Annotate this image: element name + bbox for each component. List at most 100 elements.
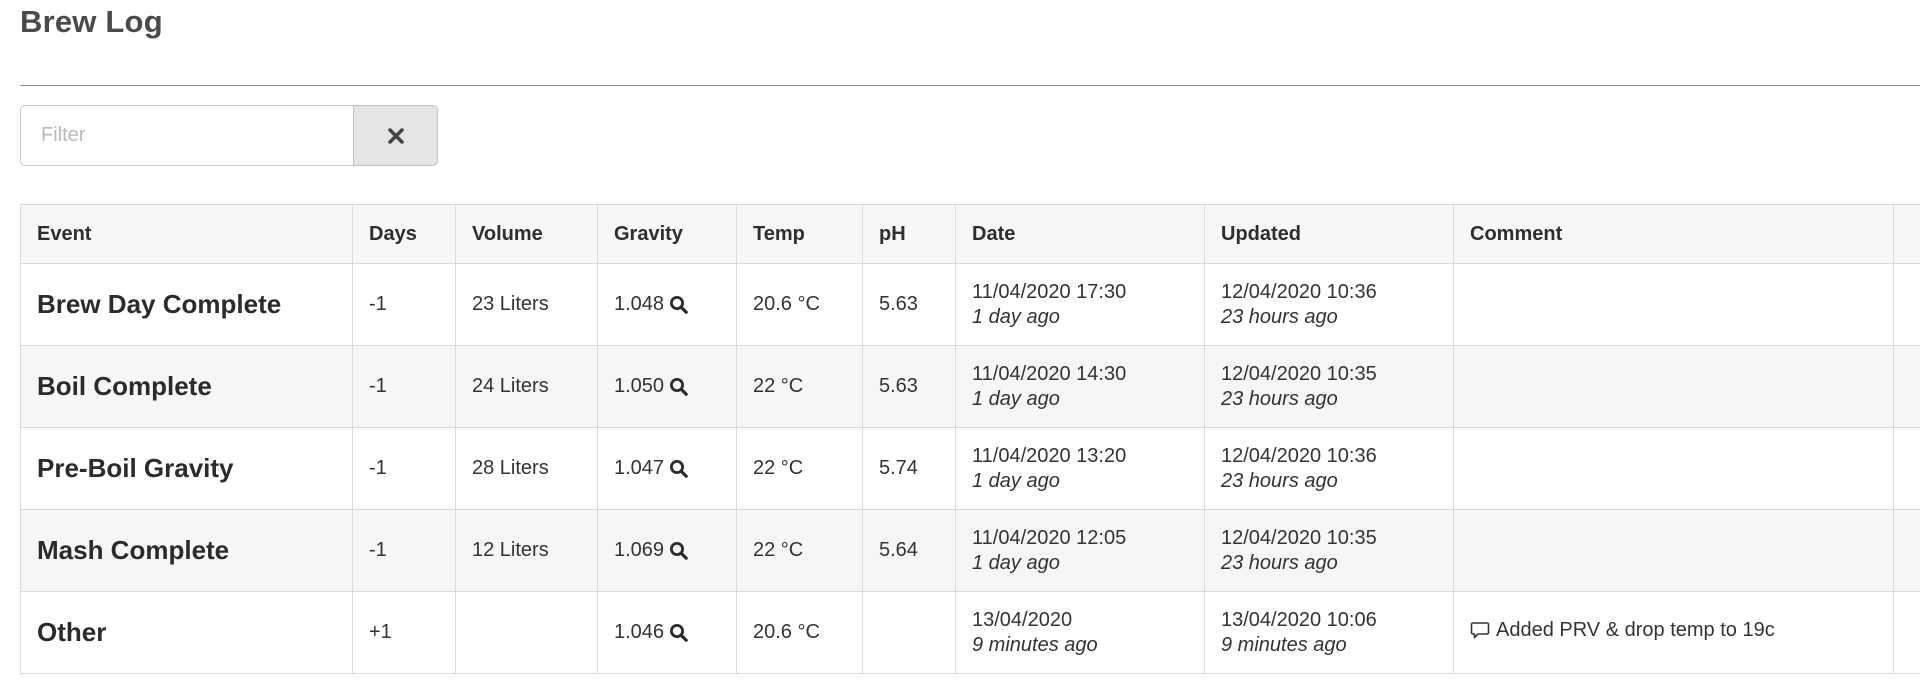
updated-relative: 9 minutes ago: [1221, 633, 1347, 656]
event-cell: Boil Complete: [20, 345, 353, 428]
date-cell: 11/04/2020 12:05 1 day ago: [955, 509, 1205, 592]
extra-cell: [1893, 509, 1920, 592]
search-icon[interactable]: [669, 295, 689, 315]
date-value: 11/04/2020 17:30: [972, 280, 1127, 303]
updated-value: 12/04/2020 10:35: [1221, 526, 1377, 549]
updated-value: 12/04/2020 10:36: [1221, 444, 1377, 467]
gravity-value: 1.069: [614, 539, 665, 561]
comment-cell: [1453, 263, 1894, 346]
ph-cell: 5.74: [862, 427, 956, 510]
column-header-extra: [1893, 204, 1920, 264]
gravity-cell: 1.069: [597, 509, 737, 592]
close-icon: [387, 127, 405, 145]
updated-relative: 23 hours ago: [1221, 305, 1338, 328]
extra-cell: [1893, 427, 1920, 510]
table-body: Brew Day Complete -1 23 Liters 1.048 20.6 °C…: [20, 263, 1920, 674]
event-name: Boil Complete: [37, 371, 212, 401]
column-header-temp[interactable]: Temp: [736, 204, 863, 264]
event-name: Mash Complete: [37, 535, 230, 565]
search-icon[interactable]: [669, 459, 689, 479]
column-header-comment[interactable]: Comment: [1453, 204, 1894, 264]
column-header-date[interactable]: Date: [955, 204, 1205, 264]
gravity-value: 1.046: [614, 621, 665, 643]
updated-relative: 23 hours ago: [1221, 469, 1338, 492]
search-icon[interactable]: [669, 623, 689, 643]
date-relative: 9 minutes ago: [972, 633, 1098, 656]
event-cell: Mash Complete: [20, 509, 353, 592]
table-row[interactable]: Pre-Boil Gravity -1 28 Liters 1.047 22 °C 5.7…: [20, 427, 1920, 510]
date-value: 11/04/2020 12:05: [972, 526, 1127, 549]
table-row[interactable]: Mash Complete -1 12 Liters 1.069 22 °C 5.64 11…: [20, 509, 1920, 592]
event-cell: Pre-Boil Gravity: [20, 427, 353, 510]
gravity-value-group: 1.048: [614, 293, 689, 316]
comment-cell: [1453, 427, 1894, 510]
table-header-row: Event Days Volume Gravity Temp pH Date U…: [20, 204, 1920, 264]
clear-filter-button[interactable]: [353, 105, 438, 166]
column-header-event[interactable]: Event: [20, 204, 353, 264]
column-header-volume[interactable]: Volume: [455, 204, 598, 264]
days-cell: -1: [352, 509, 456, 592]
extra-cell: [1893, 263, 1920, 346]
event-cell: Other: [20, 591, 353, 674]
date-cell: 11/04/2020 14:30 1 day ago: [955, 345, 1205, 428]
volume-cell: 12 Liters: [455, 509, 598, 592]
updated-cell: 12/04/2020 10:35 23 hours ago: [1204, 345, 1454, 428]
comment-text: Added PRV & drop temp to 19c: [1496, 618, 1775, 641]
gravity-cell: 1.047: [597, 427, 737, 510]
date-cell: 11/04/2020 17:30 1 day ago: [955, 263, 1205, 346]
gravity-value-group: 1.069: [614, 539, 689, 562]
temp-cell: 22 °C: [736, 427, 863, 510]
gravity-value: 1.048: [614, 293, 665, 315]
ph-cell: [862, 591, 956, 674]
brew-log-table: Event Days Volume Gravity Temp pH Date U…: [20, 204, 1920, 674]
column-header-days[interactable]: Days: [352, 204, 456, 264]
date-relative: 1 day ago: [972, 387, 1060, 410]
ph-cell: 5.63: [862, 263, 956, 346]
gravity-value: 1.050: [614, 375, 665, 397]
column-header-gravity[interactable]: Gravity: [597, 204, 737, 264]
filter-input[interactable]: [20, 105, 353, 166]
temp-cell: 22 °C: [736, 345, 863, 428]
updated-relative: 23 hours ago: [1221, 551, 1338, 574]
days-cell: -1: [352, 263, 456, 346]
column-header-updated[interactable]: Updated: [1204, 204, 1454, 264]
date-cell: 13/04/2020 9 minutes ago: [955, 591, 1205, 674]
filter-group: [20, 105, 438, 166]
search-icon[interactable]: [669, 541, 689, 561]
ph-cell: 5.63: [862, 345, 956, 428]
volume-cell: [455, 591, 598, 674]
comment-group: Added PRV & drop temp to 19c: [1470, 619, 1775, 642]
table-row[interactable]: Boil Complete -1 24 Liters 1.050 22 °C 5.63 11…: [20, 345, 1920, 428]
event-name: Other: [37, 617, 107, 647]
days-cell: +1: [352, 591, 456, 674]
updated-cell: 13/04/2020 10:06 9 minutes ago: [1204, 591, 1454, 674]
days-cell: -1: [352, 345, 456, 428]
volume-cell: 23 Liters: [455, 263, 598, 346]
date-cell: 11/04/2020 13:20 1 day ago: [955, 427, 1205, 510]
temp-cell: 22 °C: [736, 509, 863, 592]
brew-log-page: Brew Log Filter Event Days Volume Gravit…: [0, 0, 1920, 695]
date-relative: 1 day ago: [972, 551, 1060, 574]
updated-cell: 12/04/2020 10:35 23 hours ago: [1204, 509, 1454, 592]
title-divider: [20, 85, 1920, 86]
brew-log-table-container: Event Days Volume Gravity Temp pH Date U…: [20, 204, 1920, 680]
event-name: Pre-Boil Gravity: [37, 453, 234, 483]
date-value: 11/04/2020 14:30: [972, 362, 1127, 385]
gravity-cell: 1.046: [597, 591, 737, 674]
table-row[interactable]: Brew Day Complete -1 23 Liters 1.048 20.6 °C…: [20, 263, 1920, 346]
extra-cell: [1893, 345, 1920, 428]
table-row[interactable]: Other +1 1.046 20.6 °C 13/04/2020 9 minutes a…: [20, 591, 1920, 674]
gravity-cell: 1.048: [597, 263, 737, 346]
date-relative: 1 day ago: [972, 305, 1060, 328]
comment-cell: [1453, 509, 1894, 592]
ph-cell: 5.64: [862, 509, 956, 592]
comment-cell: Added PRV & drop temp to 19c: [1453, 591, 1894, 674]
extra-cell: [1893, 591, 1920, 674]
volume-cell: 28 Liters: [455, 427, 598, 510]
search-icon[interactable]: [669, 377, 689, 397]
volume-cell: 24 Liters: [455, 345, 598, 428]
date-value: 11/04/2020 13:20: [972, 444, 1127, 467]
gravity-value: 1.047: [614, 457, 665, 479]
column-header-ph[interactable]: pH: [862, 204, 956, 264]
comment-icon: [1470, 620, 1490, 640]
